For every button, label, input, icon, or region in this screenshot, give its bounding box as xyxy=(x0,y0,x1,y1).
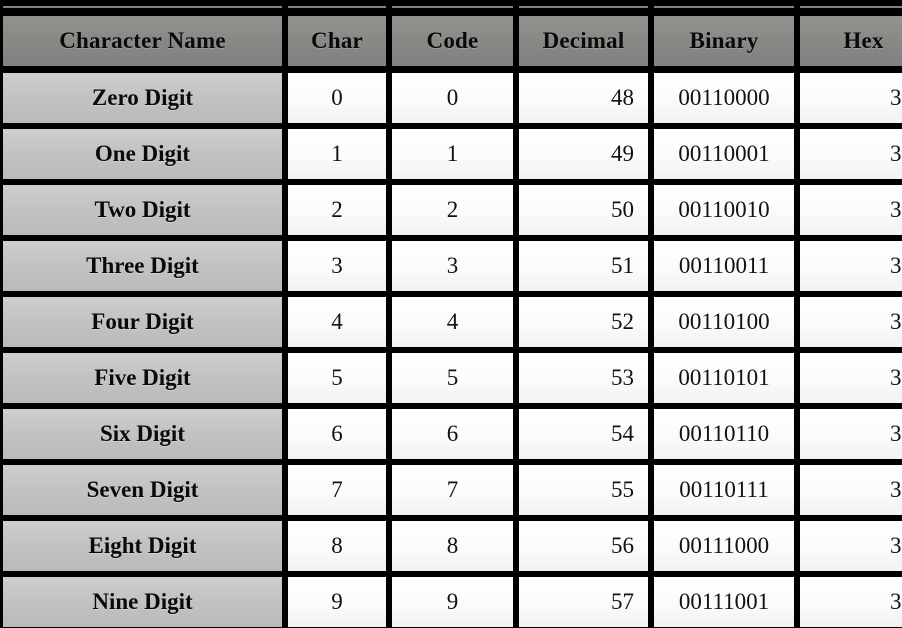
cell-binary: 00110100 xyxy=(651,294,797,350)
table-row: Four Digit 4 4 52 00110100 34 xyxy=(0,294,902,350)
table-row: Six Digit 6 6 54 00110110 36 xyxy=(0,406,902,462)
table-row: Eight Digit 8 8 56 00111000 38 xyxy=(0,518,902,574)
cell-char: 0 xyxy=(285,70,389,126)
cell-code: 3 xyxy=(389,238,516,294)
cell-decimal: 57 xyxy=(516,574,651,628)
ascii-character-table: Character Name Char Code Decimal Binary … xyxy=(0,0,902,628)
clipped-cell-hex xyxy=(797,0,902,12)
cell-character-name: Six Digit xyxy=(0,406,285,462)
cell-binary: 00111001 xyxy=(651,574,797,628)
cell-char: 2 xyxy=(285,182,389,238)
column-header-code[interactable]: Code xyxy=(389,12,516,70)
table-row: Two Digit 2 2 50 00110010 32 xyxy=(0,182,902,238)
cell-code: 2 xyxy=(389,182,516,238)
cell-hex: 38 xyxy=(797,518,902,574)
table-head: Character Name Char Code Decimal Binary … xyxy=(0,0,902,70)
cell-hex: 30 xyxy=(797,70,902,126)
cell-hex: 36 xyxy=(797,406,902,462)
cell-char: 9 xyxy=(285,574,389,628)
cell-character-name: Three Digit xyxy=(0,238,285,294)
column-header-hex[interactable]: Hex xyxy=(797,12,902,70)
cell-hex: 31 xyxy=(797,126,902,182)
cell-binary: 00110111 xyxy=(651,462,797,518)
cell-decimal: 48 xyxy=(516,70,651,126)
cell-code: 0 xyxy=(389,70,516,126)
cell-decimal: 53 xyxy=(516,350,651,406)
cell-hex: 39 xyxy=(797,574,902,628)
cell-character-name: Four Digit xyxy=(0,294,285,350)
cell-binary: 00110000 xyxy=(651,70,797,126)
cell-binary: 00111000 xyxy=(651,518,797,574)
table-header-row: Character Name Char Code Decimal Binary … xyxy=(0,12,902,70)
cell-hex: 32 xyxy=(797,182,902,238)
cell-char: 4 xyxy=(285,294,389,350)
cell-decimal: 51 xyxy=(516,238,651,294)
column-header-binary[interactable]: Binary xyxy=(651,12,797,70)
clipped-cell-char xyxy=(285,0,389,12)
cell-character-name: Zero Digit xyxy=(0,70,285,126)
cell-character-name: Eight Digit xyxy=(0,518,285,574)
cell-hex: 33 xyxy=(797,238,902,294)
cell-code: 7 xyxy=(389,462,516,518)
table-row: Three Digit 3 3 51 00110011 33 xyxy=(0,238,902,294)
cell-code: 5 xyxy=(389,350,516,406)
table-row: Nine Digit 9 9 57 00111001 39 xyxy=(0,574,902,628)
table-row: Five Digit 5 5 53 00110101 35 xyxy=(0,350,902,406)
cell-code: 9 xyxy=(389,574,516,628)
table-header-row-clipped xyxy=(0,0,902,12)
cell-character-name: Seven Digit xyxy=(0,462,285,518)
column-header-character-name[interactable]: Character Name xyxy=(0,12,285,70)
cell-char: 8 xyxy=(285,518,389,574)
clipped-cell-binary xyxy=(651,0,797,12)
cell-hex: 35 xyxy=(797,350,902,406)
table-row: One Digit 1 1 49 00110001 31 xyxy=(0,126,902,182)
cell-char: 7 xyxy=(285,462,389,518)
cell-code: 4 xyxy=(389,294,516,350)
cell-binary: 00110011 xyxy=(651,238,797,294)
cell-decimal: 56 xyxy=(516,518,651,574)
cell-code: 1 xyxy=(389,126,516,182)
cell-decimal: 55 xyxy=(516,462,651,518)
table-row: Seven Digit 7 7 55 00110111 37 xyxy=(0,462,902,518)
table-viewport: Character Name Char Code Decimal Binary … xyxy=(0,0,902,628)
cell-binary: 00110110 xyxy=(651,406,797,462)
cell-character-name: Five Digit xyxy=(0,350,285,406)
table-body: Zero Digit 0 0 48 00110000 30 One Digit … xyxy=(0,70,902,628)
cell-character-name: Nine Digit xyxy=(0,574,285,628)
cell-char: 5 xyxy=(285,350,389,406)
clipped-cell-name xyxy=(0,0,285,12)
cell-binary: 00110001 xyxy=(651,126,797,182)
cell-character-name: One Digit xyxy=(0,126,285,182)
table-row: Zero Digit 0 0 48 00110000 30 xyxy=(0,70,902,126)
cell-decimal: 54 xyxy=(516,406,651,462)
cell-code: 8 xyxy=(389,518,516,574)
cell-character-name: Two Digit xyxy=(0,182,285,238)
cell-binary: 00110010 xyxy=(651,182,797,238)
cell-decimal: 50 xyxy=(516,182,651,238)
cell-char: 3 xyxy=(285,238,389,294)
cell-char: 6 xyxy=(285,406,389,462)
cell-binary: 00110101 xyxy=(651,350,797,406)
clipped-cell-decimal xyxy=(516,0,651,12)
cell-decimal: 49 xyxy=(516,126,651,182)
column-header-decimal[interactable]: Decimal xyxy=(516,12,651,70)
cell-code: 6 xyxy=(389,406,516,462)
cell-decimal: 52 xyxy=(516,294,651,350)
clipped-cell-code xyxy=(389,0,516,12)
cell-char: 1 xyxy=(285,126,389,182)
cell-hex: 34 xyxy=(797,294,902,350)
cell-hex: 37 xyxy=(797,462,902,518)
column-header-char[interactable]: Char xyxy=(285,12,389,70)
